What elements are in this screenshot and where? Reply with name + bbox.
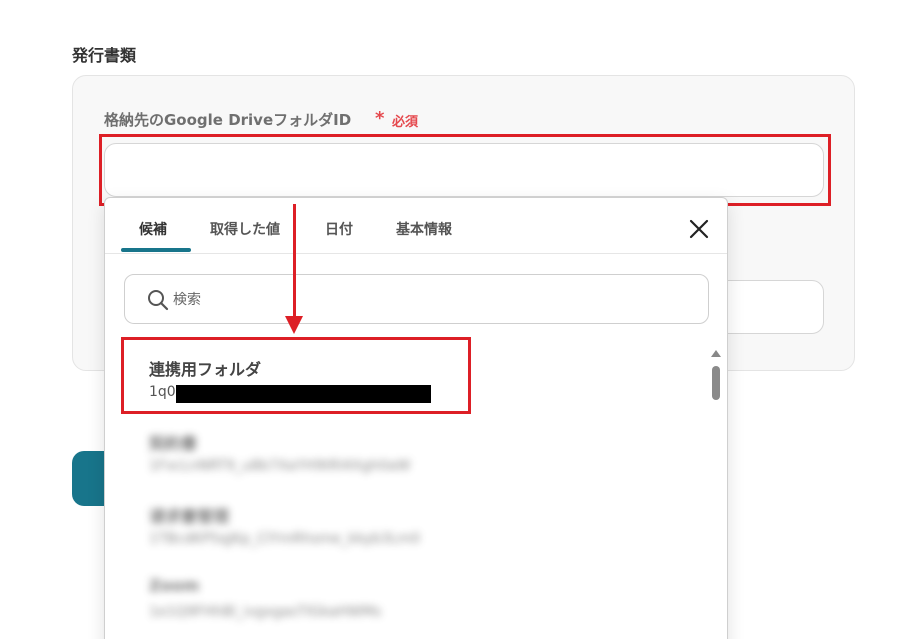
folder-id-input[interactable] (104, 143, 824, 197)
tab-basic-info[interactable]: 基本情報 (396, 219, 452, 239)
redaction-bar (176, 385, 431, 403)
tab-acquired-values[interactable]: 取得した値 (210, 219, 280, 239)
close-icon[interactable] (685, 215, 713, 243)
annotation-arrow-head-icon (285, 316, 303, 334)
item-title: 请求書管理 (149, 507, 230, 526)
scroll-up-arrow-icon[interactable] (711, 350, 721, 357)
search-input[interactable] (173, 289, 673, 311)
item-title: 連携用フォルダ (149, 360, 262, 379)
tab-date[interactable]: 日付 (325, 219, 353, 239)
field-label: 格納先のGoogle DriveフォルダID (104, 111, 352, 129)
search-icon (148, 290, 169, 311)
item-id: 1TBcdKP5qjKp_ClYmRhsme_kkyb3Lm0 (149, 531, 421, 547)
item-title: 契約書 (149, 434, 198, 453)
required-asterisk: * (375, 108, 385, 129)
required-label: 必須 (392, 115, 419, 130)
search-box[interactable] (124, 274, 709, 324)
page: 発行書類 格納先のGoogle DriveフォルダID * 必須 候補 取得した… (0, 0, 916, 639)
scrollbar-thumb[interactable] (712, 366, 720, 400)
tab-candidates[interactable]: 候補 (139, 219, 167, 239)
suggestion-dropdown: 候補 取得した値 日付 基本情報 連携用フォルダ 1q0 契約書 1FxcLnN… (104, 197, 728, 639)
item-title: Zoom (149, 576, 200, 595)
item-id: 1q0 (149, 384, 176, 400)
active-tab-indicator (121, 248, 191, 252)
item-id: 1e1Q9FHhBl_ivgxgasTIGkaHWMs (149, 604, 382, 620)
annotation-arrow-line (293, 204, 296, 316)
item-id: 1FxcLnNRT9_u8b7XaYH9tRl4Xgh0aW (149, 458, 411, 474)
section-title: 発行書類 (72, 46, 137, 65)
dropdown-tabs: 候補 取得した値 日付 基本情報 (105, 198, 727, 254)
